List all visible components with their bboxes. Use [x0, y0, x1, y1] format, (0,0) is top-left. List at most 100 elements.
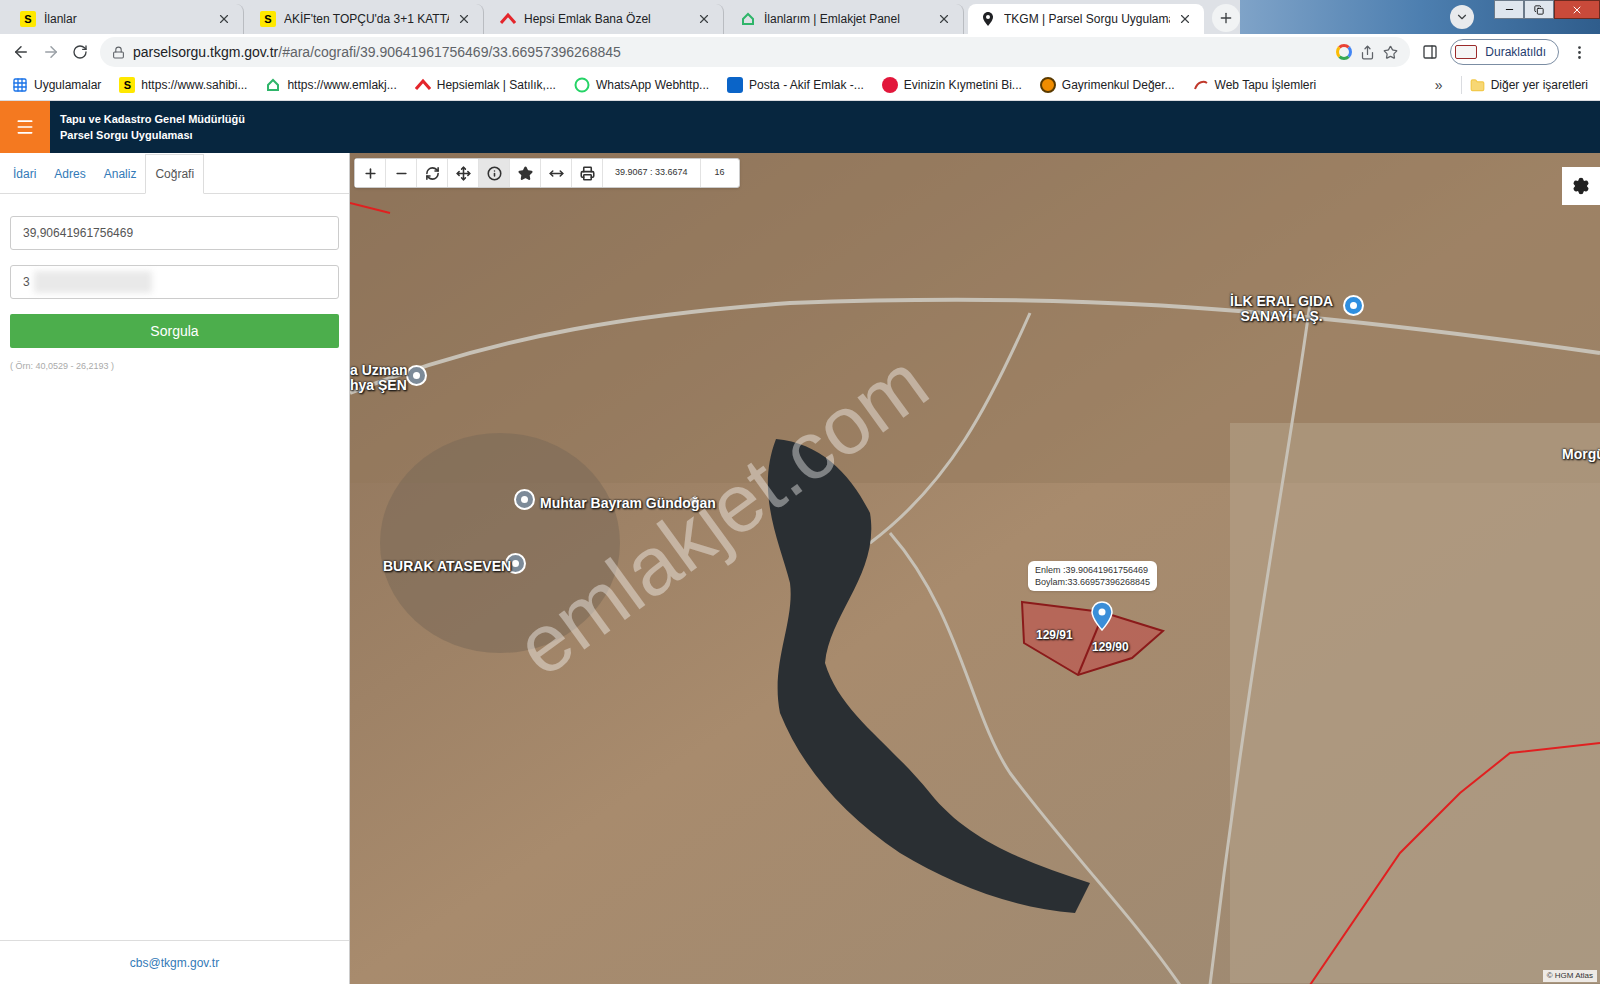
zoom-in-icon	[363, 166, 378, 181]
sidebar-tab[interactable]: İdari	[4, 154, 45, 194]
back-icon[interactable]	[12, 43, 30, 61]
app-header: Tapu ve Kadastro Genel MüdürlüğüParsel S…	[0, 101, 1600, 153]
latitude-field[interactable]: 39,90641961756469	[10, 216, 339, 250]
google-icon	[1336, 44, 1352, 60]
measure-icon	[549, 166, 564, 181]
forward-icon[interactable]	[42, 43, 60, 61]
place-pin-icon[interactable]	[1343, 295, 1364, 316]
bookmarks-overflow[interactable]: »	[1435, 75, 1443, 96]
print-icon	[580, 166, 595, 181]
profile-avatar-icon	[1455, 45, 1477, 59]
hint-text: ( Örn: 40,0529 - 26,2193 )	[10, 360, 339, 374]
sidebar-tabs: İdariAdresAnalizCoğrafi	[0, 153, 349, 194]
blur-overlay	[34, 271, 152, 293]
bookmark-star-icon[interactable]	[1383, 45, 1398, 60]
bookmark[interactable]: https://www.emlakj...	[265, 76, 396, 94]
map-tool-button[interactable]	[417, 159, 448, 187]
info-icon	[487, 166, 502, 181]
tapu-icon	[1193, 77, 1209, 93]
map-tool-button[interactable]	[541, 159, 572, 187]
sahibinden-icon: S	[20, 11, 36, 27]
minimize-button[interactable]	[1494, 0, 1524, 19]
settings-button[interactable]	[1562, 167, 1600, 205]
query-button[interactable]: Sorgula	[10, 314, 339, 348]
place-pin-icon[interactable]	[406, 365, 427, 386]
outlook-icon	[727, 77, 743, 93]
plus-icon	[1218, 10, 1234, 26]
bookmark[interactable]: Hepsiemlak | Satılık,...	[415, 76, 556, 94]
bookmark[interactable]: Gayrimenkul Değer...	[1040, 76, 1175, 94]
close-tab-icon[interactable]	[217, 12, 231, 26]
parcel-label: 129/91	[1036, 626, 1073, 644]
map-tool-button[interactable]	[510, 159, 541, 187]
sahibinden-icon: S	[260, 11, 276, 27]
map-tool-button[interactable]	[386, 159, 417, 187]
share-icon[interactable]	[1360, 45, 1375, 60]
place-label: Muhtar Bayram Gündoğan	[540, 496, 716, 511]
browser-tab[interactable]: İlanlarım | Emlakjet Panel	[728, 4, 964, 34]
close-button[interactable]	[1554, 0, 1600, 19]
location-marker-icon[interactable]	[1091, 601, 1113, 631]
gear-icon	[1572, 177, 1590, 195]
bookmark[interactable]: Posta - Akif Emlak -...	[727, 76, 864, 94]
folder-icon	[1470, 78, 1485, 93]
menu-icon[interactable]	[1571, 44, 1588, 61]
lock-icon	[112, 46, 125, 59]
hamburger-icon	[15, 117, 35, 137]
zoom-level: 16	[701, 159, 739, 187]
sidebar: İdariAdresAnalizCoğrafi 39,90641961756469…	[0, 153, 350, 984]
address-field[interactable]: parselsorgu.tkgm.gov.tr/#ara/cografi/39.…	[100, 37, 1410, 67]
close-icon	[1571, 4, 1583, 16]
bookmark[interactable]: Evinizin Kıymetini Bi...	[882, 76, 1022, 94]
attribution: © HGM Atlas	[1543, 970, 1597, 982]
pan-icon	[456, 166, 471, 181]
browser-tab[interactable]: Hepsi Emlak Bana Özel	[488, 4, 724, 34]
bookmark[interactable]: WhatsApp Webhttp...	[574, 76, 709, 94]
bookmark[interactable]: Uygulamalar	[12, 76, 101, 94]
refresh-icon	[425, 166, 440, 181]
hamburger-button[interactable]	[0, 101, 50, 153]
map-tool-button[interactable]	[448, 159, 479, 187]
coordinate-popup: Enlem :39.90641961756469Boylam:33.669573…	[1028, 561, 1157, 591]
toolbar: parselsorgu.tkgm.gov.tr/#ara/cografi/39.…	[0, 34, 1600, 70]
close-tab-icon[interactable]	[697, 12, 711, 26]
hepsiemlak-icon	[500, 11, 516, 27]
bookmark[interactable]: Shttps://www.sahibi...	[119, 76, 247, 94]
reload-icon[interactable]	[72, 44, 88, 60]
new-tab-button[interactable]	[1212, 4, 1240, 32]
close-tab-icon[interactable]	[457, 12, 471, 26]
map-tool-button[interactable]	[572, 159, 603, 187]
orange-logo-icon	[1040, 77, 1056, 93]
star-icon	[518, 166, 533, 181]
red-logo-icon	[882, 77, 898, 93]
parcel-polygon[interactable]	[1022, 602, 1163, 675]
side-panel-icon[interactable]	[1422, 44, 1438, 60]
longitude-field[interactable]: 3	[10, 265, 339, 299]
coordinate-readout: 39.9067 : 33.6674	[603, 159, 701, 187]
browser-tab[interactable]: TKGM | Parsel Sorgu Uygulaması	[968, 4, 1204, 34]
map-tool-button[interactable]	[355, 159, 386, 187]
sidebar-footer: cbs@tkgm.gov.tr	[0, 940, 349, 984]
map[interactable]: a Uzmanhya ŞENMuhtar Bayram GündoğanBURA…	[350, 153, 1600, 984]
sidebar-tab[interactable]: Adres	[45, 154, 94, 194]
bookmark[interactable]: Web Tapu İşlemleri	[1193, 76, 1317, 94]
other-bookmarks[interactable]: Diğer yer işaretleri	[1461, 76, 1588, 94]
emlakjet-icon	[265, 77, 281, 93]
zoom-out-icon	[394, 166, 409, 181]
minimize-icon	[1504, 4, 1515, 15]
browser-tab[interactable]: SAKİF'ten TOPÇU'da 3+1 KATTA İS	[248, 4, 484, 34]
close-tab-icon[interactable]	[937, 12, 951, 26]
place-pin-icon[interactable]	[514, 489, 535, 510]
restore-button[interactable]	[1524, 0, 1554, 19]
sidebar-tab[interactable]: Coğrafi	[145, 154, 204, 194]
chevron-down-icon	[1455, 10, 1469, 24]
map-toolbar: 39.9067 : 33.667416	[354, 158, 740, 188]
tab-strip: SİlanlarSAKİF'ten TOPÇU'da 3+1 KATTA İSH…	[0, 0, 1600, 34]
browser-tab[interactable]: Sİlanlar	[8, 4, 244, 34]
profile-button[interactable]: Duraklatıldı	[1450, 39, 1559, 65]
close-tab-icon[interactable]	[1178, 12, 1192, 26]
tab-search-button[interactable]	[1450, 5, 1474, 29]
browser-window: SİlanlarSAKİF'ten TOPÇU'da 3+1 KATTA İSH…	[0, 0, 1600, 984]
map-tool-button[interactable]	[479, 159, 510, 187]
sidebar-tab[interactable]: Analiz	[95, 154, 146, 194]
